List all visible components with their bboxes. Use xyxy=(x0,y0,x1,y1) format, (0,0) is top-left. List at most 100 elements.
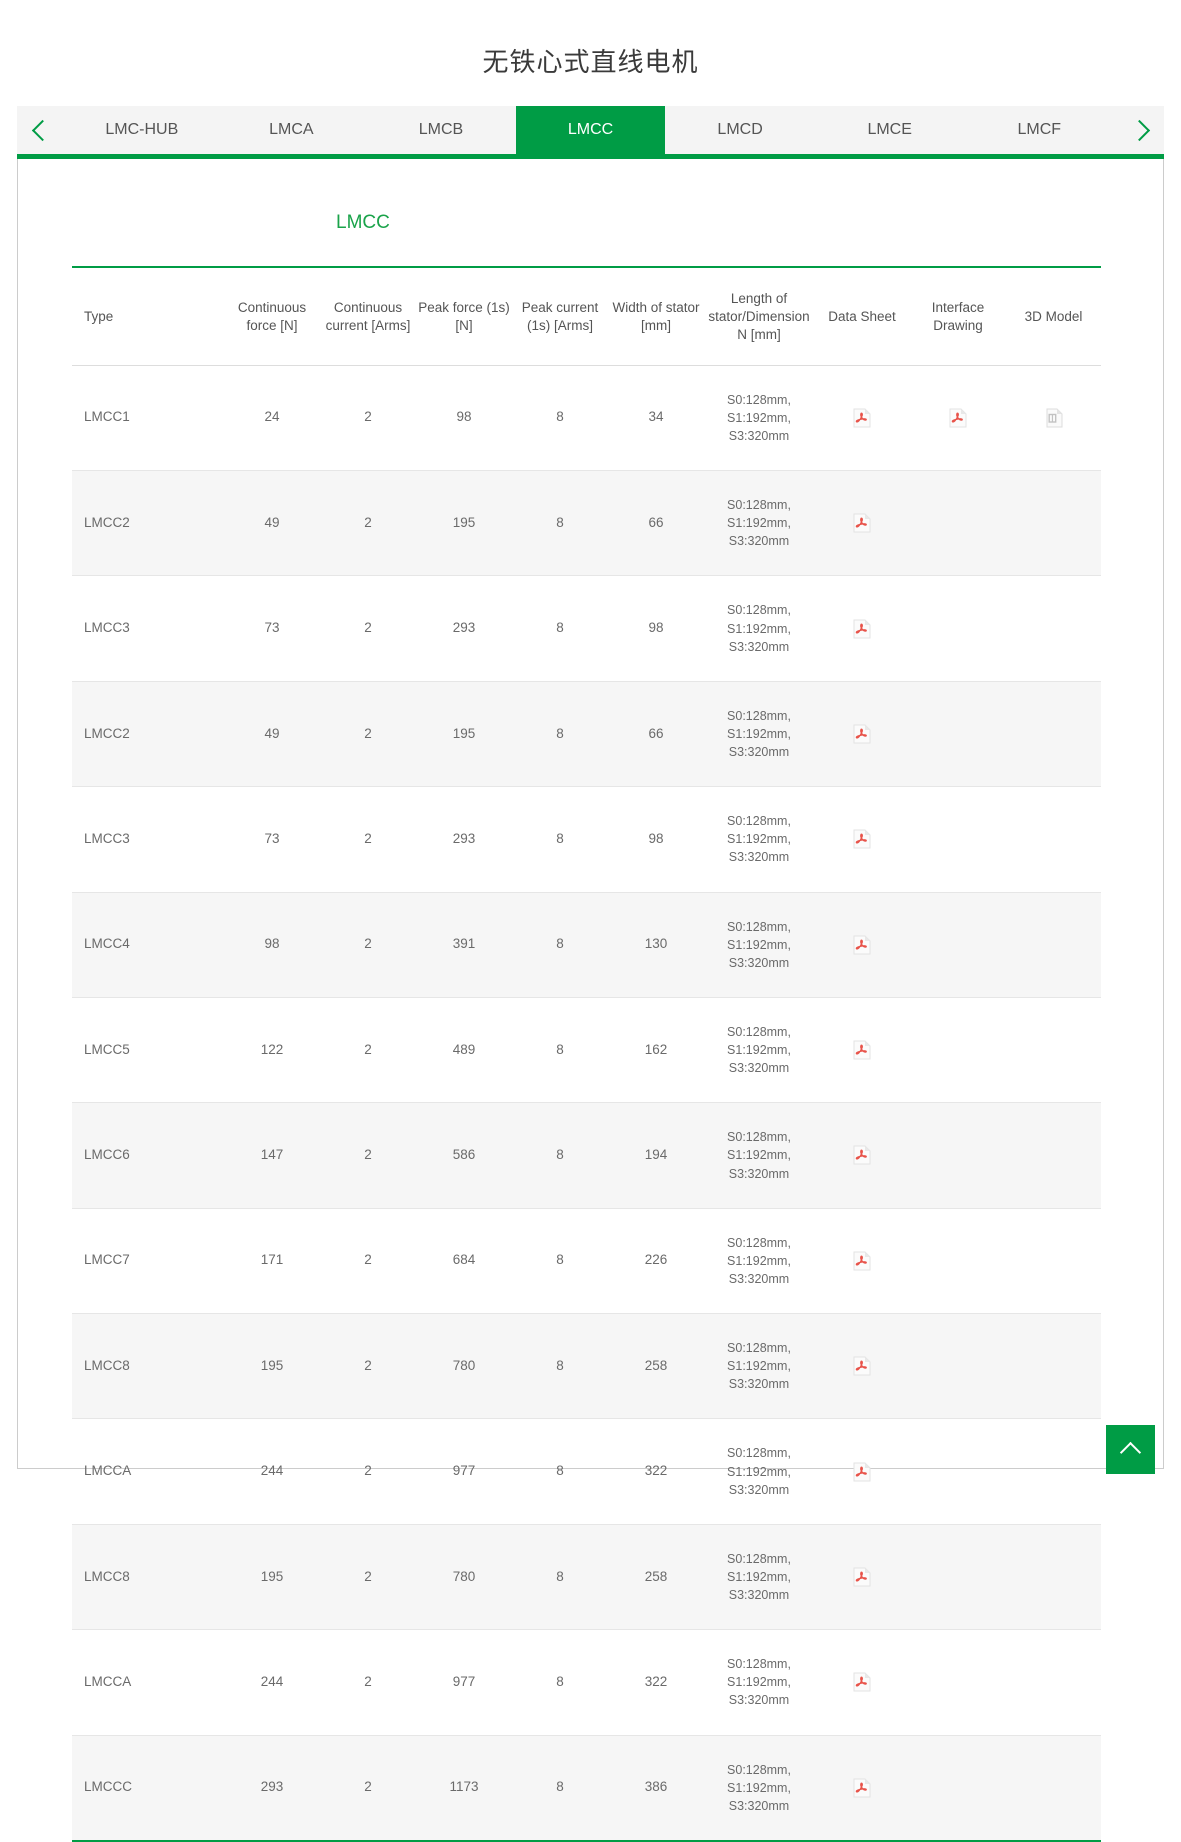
empty-cell xyxy=(1008,1672,1099,1692)
pdf-icon[interactable] xyxy=(853,1356,871,1376)
data-sheet-cell[interactable] xyxy=(814,1314,910,1419)
table-header-row: Type Continuous force [N] Continuous cur… xyxy=(72,267,1101,365)
empty-cell xyxy=(912,1040,1004,1060)
cell-continuous-current: 2 xyxy=(320,1208,416,1313)
empty-cell xyxy=(1008,1462,1099,1482)
cell-continuous-current: 2 xyxy=(320,1103,416,1208)
file-icon[interactable] xyxy=(1045,408,1063,428)
tab-prev-button[interactable] xyxy=(17,106,67,154)
pdf-icon[interactable] xyxy=(853,935,871,955)
cell-type: LMCC8 xyxy=(72,1524,224,1629)
dimension-line: S3:320mm xyxy=(706,1270,812,1288)
dimension-line: S3:320mm xyxy=(706,532,812,550)
dimension-line: S3:320mm xyxy=(706,1165,812,1183)
tab-lmce[interactable]: LMCE xyxy=(815,106,965,154)
cell-width-of-stator: 258 xyxy=(608,1524,704,1629)
pdf-icon[interactable] xyxy=(853,1145,871,1165)
data-sheet-cell[interactable] xyxy=(814,892,910,997)
empty-cell xyxy=(1008,1145,1099,1165)
pdf-icon[interactable] xyxy=(853,1462,871,1482)
cell-peak-force: 977 xyxy=(416,1419,512,1524)
cell-width-of-stator: 162 xyxy=(608,997,704,1102)
model-3d-cell xyxy=(1006,997,1101,1102)
pdf-icon[interactable] xyxy=(853,1672,871,1692)
dimension-line: S0:128mm, xyxy=(706,1234,812,1252)
chevron-right-icon xyxy=(1128,119,1149,140)
back-to-top-button[interactable] xyxy=(1106,1425,1155,1474)
dimension-line: S3:320mm xyxy=(706,638,812,656)
model-3d-cell xyxy=(1006,1103,1101,1208)
data-sheet-cell[interactable] xyxy=(814,1735,910,1841)
cell-length-of-stator: S0:128mm,S1:192mm,S3:320mm xyxy=(704,892,814,997)
pdf-icon[interactable] xyxy=(853,1251,871,1271)
dimension-line: S0:128mm, xyxy=(706,1444,812,1462)
tab-lmc-hub[interactable]: LMC-HUB xyxy=(67,106,217,154)
empty-cell xyxy=(912,829,1004,849)
cell-continuous-force: 171 xyxy=(224,1208,320,1313)
data-sheet-cell[interactable] xyxy=(814,1208,910,1313)
interface-drawing-cell xyxy=(910,1103,1006,1208)
pdf-icon[interactable] xyxy=(853,408,871,428)
cell-width-of-stator: 66 xyxy=(608,471,704,576)
data-sheet-cell[interactable] xyxy=(814,681,910,786)
tab-next-button[interactable] xyxy=(1114,106,1164,154)
pdf-icon[interactable] xyxy=(853,513,871,533)
interface-drawing-cell xyxy=(910,471,1006,576)
interface-drawing-cell xyxy=(910,1630,1006,1735)
tab-lmcd[interactable]: LMCD xyxy=(665,106,815,154)
pdf-icon[interactable] xyxy=(853,1567,871,1587)
cell-peak-current: 8 xyxy=(512,365,608,470)
cell-width-of-stator: 194 xyxy=(608,1103,704,1208)
interface-drawing-cell[interactable] xyxy=(910,365,1006,470)
cell-continuous-current: 2 xyxy=(320,892,416,997)
pdf-icon[interactable] xyxy=(949,408,967,428)
tab-lmcc[interactable]: LMCC xyxy=(516,106,666,154)
pdf-icon[interactable] xyxy=(853,1778,871,1798)
data-sheet-cell[interactable] xyxy=(814,1524,910,1629)
tab-lmca[interactable]: LMCA xyxy=(217,106,367,154)
data-sheet-cell[interactable] xyxy=(814,471,910,576)
data-sheet-cell[interactable] xyxy=(814,576,910,681)
cell-continuous-force: 293 xyxy=(224,1735,320,1841)
data-sheet-cell[interactable] xyxy=(814,365,910,470)
pdf-icon[interactable] xyxy=(853,829,871,849)
data-sheet-cell[interactable] xyxy=(814,787,910,892)
data-sheet-cell[interactable] xyxy=(814,1630,910,1735)
tab-label: LMCA xyxy=(269,121,313,139)
data-sheet-cell[interactable] xyxy=(814,1103,910,1208)
cell-peak-current: 8 xyxy=(512,1630,608,1735)
cell-width-of-stator: 322 xyxy=(608,1630,704,1735)
model-3d-cell[interactable] xyxy=(1006,365,1101,470)
empty-cell xyxy=(912,1251,1004,1271)
model-3d-cell xyxy=(1006,1524,1101,1629)
tab-lmcf[interactable]: LMCF xyxy=(964,106,1114,154)
tab-label: LMCF xyxy=(1017,121,1061,139)
cell-continuous-force: 195 xyxy=(224,1524,320,1629)
col-header-peak-current: Peak current (1s) [Arms] xyxy=(512,267,608,365)
model-3d-cell xyxy=(1006,787,1101,892)
pdf-icon[interactable] xyxy=(853,1040,871,1060)
cell-peak-current: 8 xyxy=(512,471,608,576)
col-header-continuous-force: Continuous force [N] xyxy=(224,267,320,365)
empty-cell xyxy=(912,1672,1004,1692)
page-title: 无铁心式直线电机 xyxy=(0,0,1181,79)
data-sheet-cell[interactable] xyxy=(814,1419,910,1524)
tab-lmcb[interactable]: LMCB xyxy=(366,106,516,154)
pdf-icon[interactable] xyxy=(853,619,871,639)
col-header-width-of-stator: Width of stator [mm] xyxy=(608,267,704,365)
dimension-line: S1:192mm, xyxy=(706,1568,812,1586)
cell-peak-current: 8 xyxy=(512,787,608,892)
dimension-line: S0:128mm, xyxy=(706,601,812,619)
spec-table-body: LMCC124298834S0:128mm,S1:192mm,S3:320mmL… xyxy=(72,365,1101,1841)
empty-cell xyxy=(1008,1356,1099,1376)
data-sheet-cell[interactable] xyxy=(814,997,910,1102)
empty-cell xyxy=(1008,935,1099,955)
cell-peak-current: 8 xyxy=(512,892,608,997)
interface-drawing-cell xyxy=(910,1524,1006,1629)
cell-length-of-stator: S0:128mm,S1:192mm,S3:320mm xyxy=(704,576,814,681)
col-header-data-sheet: Data Sheet xyxy=(814,267,910,365)
table-row: LMCC512224898162S0:128mm,S1:192mm,S3:320… xyxy=(72,997,1101,1102)
pdf-icon[interactable] xyxy=(853,724,871,744)
cell-continuous-force: 195 xyxy=(224,1314,320,1419)
cell-peak-force: 195 xyxy=(416,471,512,576)
